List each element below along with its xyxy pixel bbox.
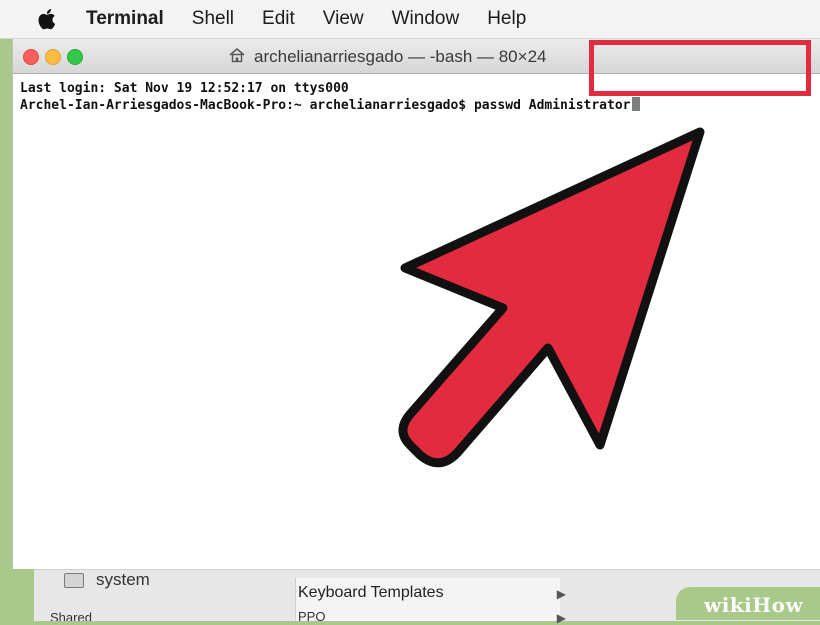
- watermark-how: How: [752, 593, 804, 617]
- watermark-wiki: wiki: [704, 593, 753, 617]
- wikihow-watermark: wikiHow: [676, 587, 820, 620]
- watermark-text: wikiHow: [704, 593, 803, 617]
- pointer-arrow-icon: [398, 127, 705, 468]
